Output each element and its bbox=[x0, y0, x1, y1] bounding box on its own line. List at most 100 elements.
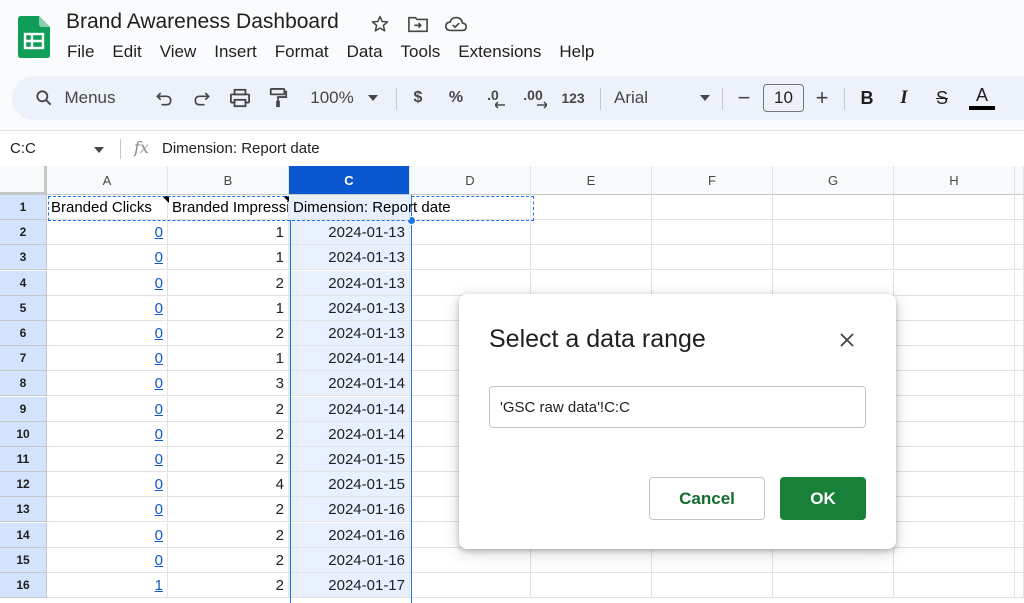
row-header[interactable]: 14 bbox=[0, 523, 47, 548]
grid-cell-i5[interactable] bbox=[1015, 296, 1024, 321]
grid-cell-c10[interactable]: 2024-01-14 bbox=[289, 422, 410, 447]
grid-cell-h14[interactable] bbox=[894, 523, 1015, 548]
row-header[interactable]: 2 bbox=[0, 220, 47, 245]
menu-insert[interactable]: Insert bbox=[205, 40, 266, 64]
grid-cell-c7[interactable]: 2024-01-14 bbox=[289, 346, 410, 371]
grid-cell-a9[interactable]: 0 bbox=[47, 397, 168, 422]
undo-icon[interactable] bbox=[150, 76, 178, 120]
grid-cell-a2[interactable]: 0 bbox=[47, 220, 168, 245]
decrease-font-size-button[interactable]: − bbox=[732, 76, 756, 120]
grid-cell-h3[interactable] bbox=[894, 245, 1015, 270]
select-all-corner[interactable] bbox=[0, 166, 47, 195]
cancel-button[interactable]: Cancel bbox=[649, 477, 765, 520]
menu-data[interactable]: Data bbox=[338, 40, 392, 64]
column-header-d[interactable]: D bbox=[410, 166, 531, 195]
caret-down-icon[interactable] bbox=[94, 140, 104, 158]
grid-cell-f2[interactable] bbox=[652, 220, 773, 245]
row-header[interactable]: 1 bbox=[0, 195, 47, 220]
grid-cell-c1[interactable]: Dimension: Report date bbox=[289, 195, 451, 220]
grid-cell-h8[interactable] bbox=[894, 371, 1015, 396]
close-icon[interactable] bbox=[835, 328, 859, 352]
grid-cell-i11[interactable] bbox=[1015, 447, 1024, 472]
column-header-h[interactable]: H bbox=[894, 166, 1015, 195]
grid-cell-a14[interactable]: 0 bbox=[47, 523, 168, 548]
row-header[interactable]: 5 bbox=[0, 296, 47, 321]
font-size-input[interactable]: 10 bbox=[763, 84, 804, 112]
grid-cell-a12[interactable]: 0 bbox=[47, 472, 168, 497]
column-header-b[interactable]: B bbox=[168, 166, 289, 195]
row-header[interactable]: 3 bbox=[0, 245, 47, 270]
grid-cell-h9[interactable] bbox=[894, 397, 1015, 422]
grid-cell-i1[interactable] bbox=[1015, 195, 1024, 220]
grid-cell-i12[interactable] bbox=[1015, 472, 1024, 497]
grid-cell-i13[interactable] bbox=[1015, 497, 1024, 522]
grid-cell-h1[interactable] bbox=[894, 195, 1015, 220]
menu-tools[interactable]: Tools bbox=[392, 40, 450, 64]
grid-cell-c12[interactable]: 2024-01-15 bbox=[289, 472, 410, 497]
grid-cell-b2[interactable]: 1 bbox=[168, 220, 289, 245]
grid-cell-h15[interactable] bbox=[894, 548, 1015, 573]
move-folder-icon[interactable] bbox=[404, 12, 432, 36]
grid-cell-h5[interactable] bbox=[894, 296, 1015, 321]
grid-cell-a4[interactable]: 0 bbox=[47, 271, 168, 296]
decrease-decimal-button[interactable]: .0 bbox=[482, 76, 510, 120]
grid-cell-b1[interactable]: Branded Impressions bbox=[168, 195, 289, 220]
data-range-input[interactable]: 'GSC raw data'!C:C bbox=[489, 386, 866, 428]
grid-cell-b15[interactable]: 2 bbox=[168, 548, 289, 573]
grid-cell-i16[interactable] bbox=[1015, 573, 1024, 598]
grid-cell-b9[interactable]: 2 bbox=[168, 397, 289, 422]
row-header[interactable]: 13 bbox=[0, 497, 47, 522]
grid-cell-g4[interactable] bbox=[773, 271, 894, 296]
grid-cell-a3[interactable]: 0 bbox=[47, 245, 168, 270]
column-header-f[interactable]: F bbox=[652, 166, 773, 195]
grid-cell-b12[interactable]: 4 bbox=[168, 472, 289, 497]
formula-input[interactable]: Dimension: Report date bbox=[162, 140, 320, 157]
grid-cell-b11[interactable]: 2 bbox=[168, 447, 289, 472]
grid-cell-i3[interactable] bbox=[1015, 245, 1024, 270]
row-header[interactable]: 4 bbox=[0, 271, 47, 296]
grid-cell-a15[interactable]: 0 bbox=[47, 548, 168, 573]
column-header-a[interactable]: A bbox=[47, 166, 168, 195]
grid-cell-c15[interactable]: 2024-01-16 bbox=[289, 548, 410, 573]
document-title[interactable]: Brand Awareness Dashboard bbox=[66, 10, 339, 34]
grid-cell-c4[interactable]: 2024-01-13 bbox=[289, 271, 410, 296]
grid-cell-b14[interactable]: 2 bbox=[168, 523, 289, 548]
row-header[interactable]: 9 bbox=[0, 397, 47, 422]
grid-cell-a5[interactable]: 0 bbox=[47, 296, 168, 321]
grid-cell-c16[interactable]: 2024-01-17 bbox=[289, 573, 410, 598]
menu-edit[interactable]: Edit bbox=[103, 40, 150, 64]
row-header[interactable]: 7 bbox=[0, 346, 47, 371]
grid-cell-h7[interactable] bbox=[894, 346, 1015, 371]
grid-cell-h4[interactable] bbox=[894, 271, 1015, 296]
font-family-select[interactable]: Arial bbox=[614, 76, 710, 120]
grid-cell-a11[interactable]: 0 bbox=[47, 447, 168, 472]
grid-cell-i8[interactable] bbox=[1015, 371, 1024, 396]
grid-cell-i10[interactable] bbox=[1015, 422, 1024, 447]
grid-cell-f16[interactable] bbox=[652, 573, 773, 598]
grid-cell-b10[interactable]: 2 bbox=[168, 422, 289, 447]
row-header[interactable]: 16 bbox=[0, 573, 47, 598]
grid-cell-c6[interactable]: 2024-01-13 bbox=[289, 321, 410, 346]
grid-cell-c3[interactable]: 2024-01-13 bbox=[289, 245, 410, 270]
grid-cell-h10[interactable] bbox=[894, 422, 1015, 447]
italic-button[interactable]: I bbox=[892, 76, 916, 120]
grid-cell-c2[interactable]: 2024-01-13 bbox=[289, 220, 410, 245]
increase-decimal-button[interactable]: .00 bbox=[520, 76, 550, 120]
grid-cell-i14[interactable] bbox=[1015, 523, 1024, 548]
zoom-select[interactable]: 100% bbox=[304, 76, 384, 120]
bold-button[interactable]: B bbox=[855, 76, 879, 120]
grid-cell-c14[interactable]: 2024-01-16 bbox=[289, 523, 410, 548]
grid-cell-i15[interactable] bbox=[1015, 548, 1024, 573]
google-sheets-logo[interactable] bbox=[18, 16, 50, 58]
grid-cell-f1[interactable] bbox=[652, 195, 773, 220]
grid-cell-c8[interactable]: 2024-01-14 bbox=[289, 371, 410, 396]
grid-cell-b13[interactable]: 2 bbox=[168, 497, 289, 522]
grid-cell-f4[interactable] bbox=[652, 271, 773, 296]
grid-cell-i6[interactable] bbox=[1015, 321, 1024, 346]
grid-cell-e1[interactable] bbox=[531, 195, 652, 220]
grid-cell-c5[interactable]: 2024-01-13 bbox=[289, 296, 410, 321]
grid-cell-d15[interactable] bbox=[410, 548, 531, 573]
cloud-saved-icon[interactable] bbox=[442, 12, 470, 36]
strikethrough-button[interactable]: S bbox=[930, 76, 954, 120]
grid-cell-e3[interactable] bbox=[531, 245, 652, 270]
